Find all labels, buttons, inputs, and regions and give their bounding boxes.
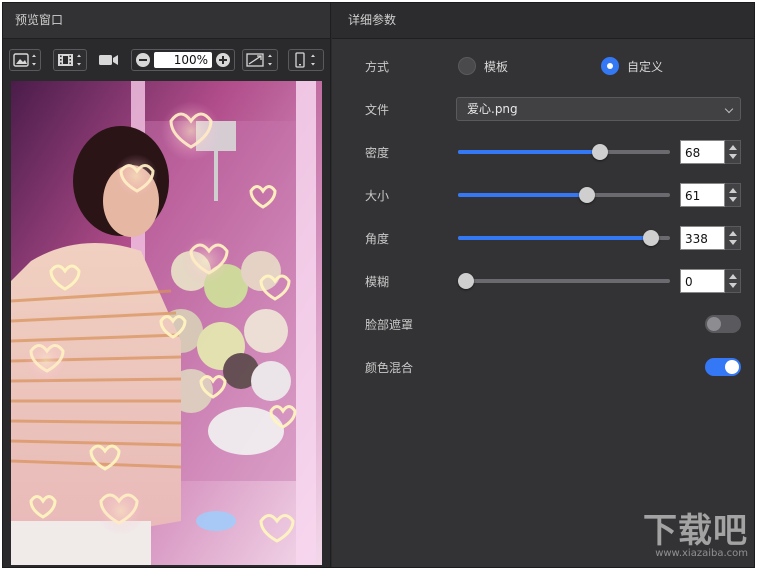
size-slider[interactable]: [458, 187, 670, 203]
angle-label: 角度: [365, 232, 390, 246]
density-stepper[interactable]: 68: [680, 140, 741, 164]
blur-row: 模糊 0: [332, 269, 754, 293]
site-watermark: 下载吧 www.xiazaiba.com: [643, 503, 748, 559]
details-panel-title: 详细参数: [332, 3, 754, 39]
radio-off-icon: [458, 57, 476, 75]
watermark-domain: www.xiazaiba.com: [655, 548, 748, 559]
face-mask-label: 脸部遮罩: [365, 318, 414, 332]
resize-icon: [246, 53, 272, 67]
density-row: 密度 68: [332, 140, 754, 164]
stepper-arrows-icon[interactable]: [725, 269, 741, 293]
angle-row: 角度 338: [332, 226, 754, 250]
blur-slider[interactable]: [458, 273, 670, 289]
photo-with-heart-effects: [11, 81, 322, 565]
watermark-logo-text: 下载吧: [643, 511, 748, 551]
camera-icon: [99, 55, 118, 65]
video-select-button[interactable]: [53, 49, 87, 71]
film-icon: [58, 54, 81, 66]
size-label: 大小: [365, 189, 390, 203]
zoom-in-icon[interactable]: [216, 53, 230, 67]
zoom-out-icon[interactable]: [136, 53, 150, 67]
color-blend-label: 颜色混合: [365, 361, 414, 375]
mode-row: 方式 模板 自定义: [332, 54, 754, 78]
face-mask-toggle[interactable]: [705, 315, 741, 333]
color-blend-toggle[interactable]: [705, 358, 741, 376]
preview-toolbar: 100%: [9, 47, 324, 73]
file-label: 文件: [365, 103, 390, 117]
slider-fill: [458, 150, 601, 154]
angle-slider[interactable]: [458, 230, 670, 246]
preview-panel-title: 预览窗口: [3, 3, 330, 39]
size-stepper[interactable]: 61: [680, 183, 741, 207]
angle-stepper[interactable]: 338: [680, 226, 741, 250]
slider-handle[interactable]: [642, 230, 659, 246]
radio-on-icon: [601, 57, 619, 75]
slider-fill: [458, 236, 651, 240]
toggle-knob: [707, 317, 721, 331]
mode-template-radio[interactable]: 模板: [458, 57, 508, 75]
color-blend-row: 颜色混合: [332, 355, 754, 379]
stepper-arrows-icon[interactable]: [725, 226, 741, 250]
app-window: 预览窗口 100% 详细参数 方式 模板 自定义 文件 爱心.png 密度 68…: [2, 2, 755, 568]
image-icon: [13, 53, 36, 67]
blur-label: 模糊: [365, 275, 390, 289]
file-row: 文件 爱心.png: [332, 97, 754, 121]
stepper-arrows-icon[interactable]: [725, 140, 741, 164]
blur-value[interactable]: 0: [680, 269, 725, 293]
size-row: 大小 61: [332, 183, 754, 207]
slider-handle[interactable]: [592, 144, 609, 160]
slider-handle[interactable]: [579, 187, 596, 203]
mode-template-label: 模板: [484, 59, 509, 74]
blur-stepper[interactable]: 0: [680, 269, 741, 293]
face-mask-row: 脸部遮罩: [332, 312, 754, 336]
mode-custom-label: 自定义: [627, 59, 664, 74]
stepper-arrows-icon[interactable]: [725, 183, 741, 207]
camera-button[interactable]: [97, 49, 121, 71]
file-select[interactable]: 爱心.png: [456, 97, 741, 121]
density-slider[interactable]: [458, 144, 670, 160]
chevron-down-icon: [724, 104, 734, 114]
density-label: 密度: [365, 146, 390, 160]
mode-label: 方式: [365, 60, 390, 74]
preview-image[interactable]: [11, 81, 322, 565]
angle-value[interactable]: 338: [680, 226, 725, 250]
details-panel: 详细参数 方式 模板 自定义 文件 爱心.png 密度 68 大小 61 角度 …: [332, 3, 754, 567]
density-value[interactable]: 68: [680, 140, 725, 164]
image-select-button[interactable]: [9, 49, 41, 71]
slider-handle[interactable]: [458, 273, 474, 289]
ratio-button[interactable]: [242, 49, 278, 71]
file-select-value: 爱心.png: [467, 102, 518, 116]
preview-panel: 预览窗口 100%: [3, 3, 331, 567]
orientation-button[interactable]: [288, 49, 324, 71]
zoom-control: 100%: [131, 49, 235, 71]
mode-custom-radio[interactable]: 自定义: [601, 57, 663, 75]
zoom-level[interactable]: 100%: [154, 52, 212, 68]
phone-portrait-icon: [295, 52, 315, 68]
slider-fill: [458, 193, 588, 197]
toggle-knob: [725, 360, 739, 374]
size-value[interactable]: 61: [680, 183, 725, 207]
